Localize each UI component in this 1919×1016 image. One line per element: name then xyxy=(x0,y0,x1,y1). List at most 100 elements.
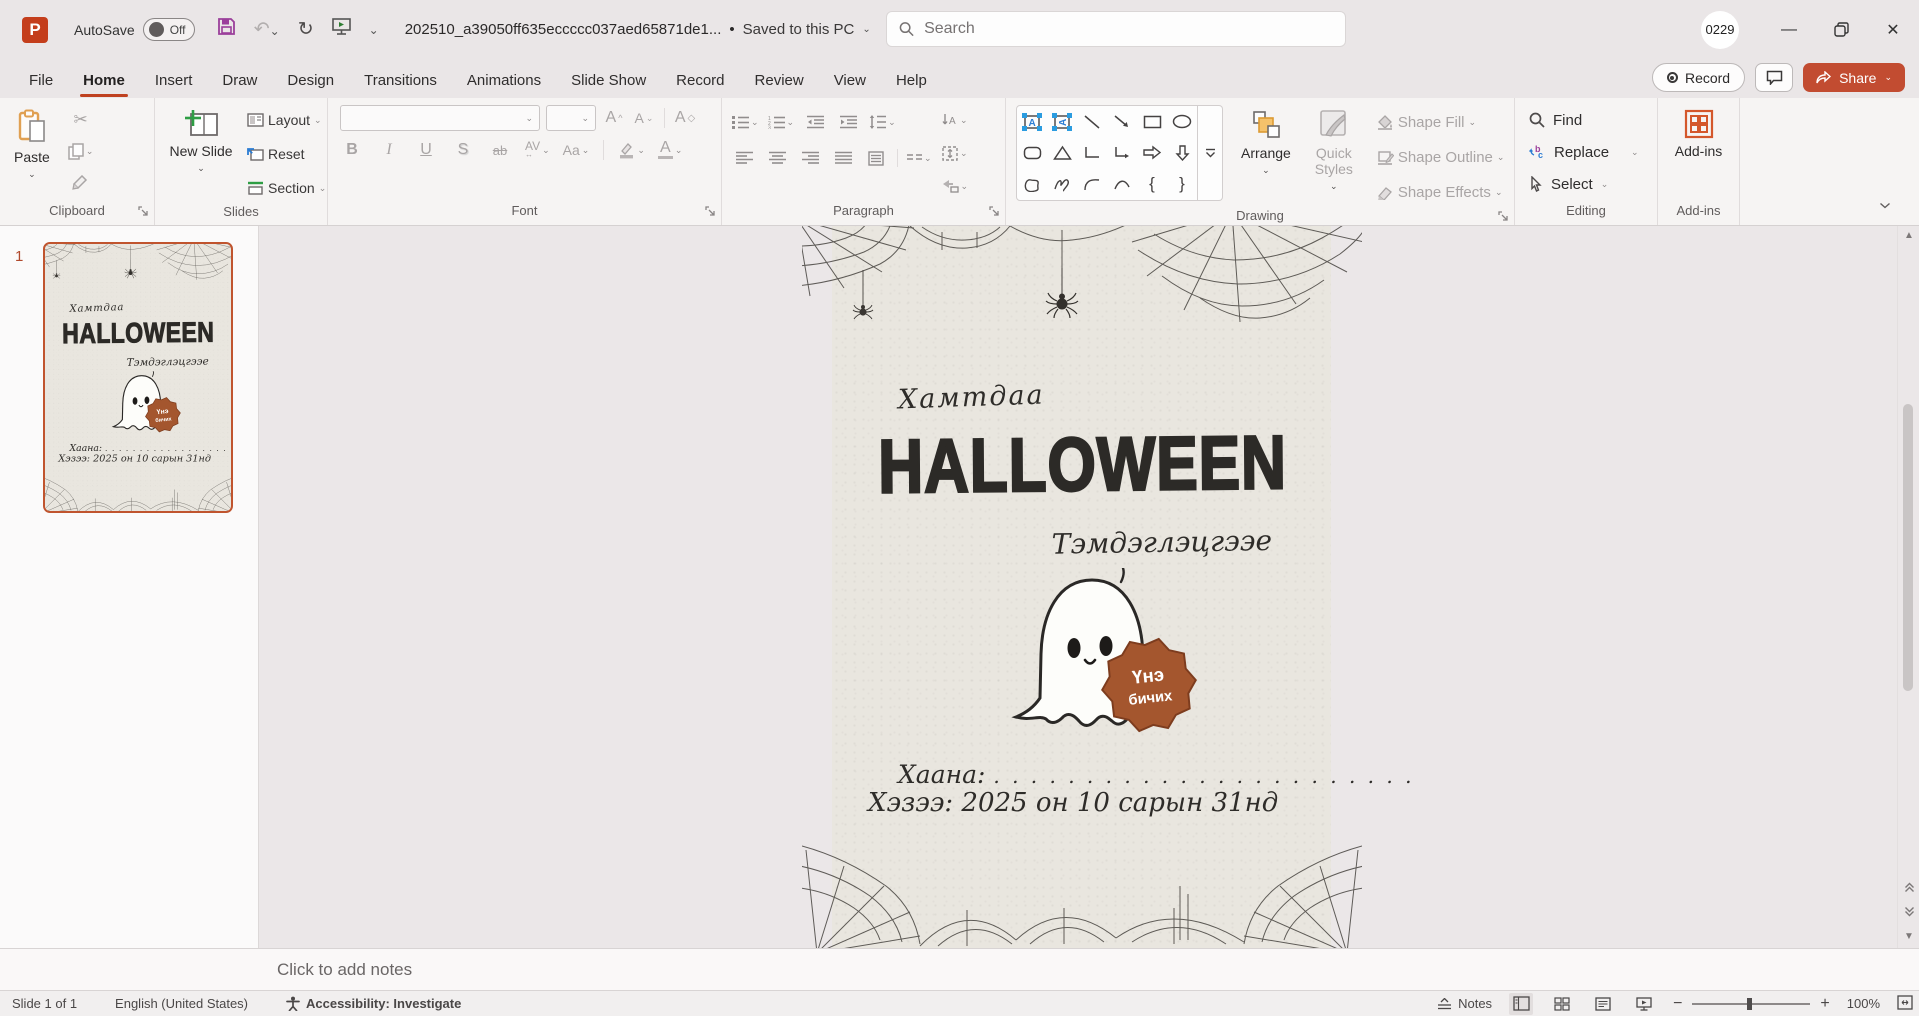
redo-button[interactable]: ↻ xyxy=(298,18,314,41)
shape-left-brace[interactable]: { xyxy=(1137,169,1167,200)
shape-arc[interactable] xyxy=(1077,169,1107,200)
convert-smartart-button[interactable]: ⌄ xyxy=(942,173,969,199)
restore-button[interactable] xyxy=(1815,0,1867,59)
tab-record[interactable]: Record xyxy=(661,64,739,98)
align-text-button[interactable]: ⌄ xyxy=(942,140,969,166)
user-avatar[interactable]: 0229 xyxy=(1701,11,1739,49)
numbering-button[interactable]: 123⌄ xyxy=(768,109,795,135)
minimize-button[interactable]: — xyxy=(1763,0,1815,59)
normal-view-button[interactable] xyxy=(1509,993,1533,1015)
slideshow-view-button[interactable] xyxy=(1632,993,1656,1015)
collapse-ribbon-button[interactable] xyxy=(1879,199,1891,217)
shrink-font-button[interactable]: A⌄ xyxy=(632,105,656,131)
justify-button[interactable] xyxy=(831,145,855,171)
powerpoint-logo-icon[interactable]: P xyxy=(22,17,48,43)
share-button[interactable]: Share ⌄ xyxy=(1803,63,1905,92)
shape-down-arrow[interactable] xyxy=(1167,137,1197,168)
cut-button[interactable]: ✂ xyxy=(68,107,94,133)
next-slide-button[interactable] xyxy=(1898,906,1919,920)
close-button[interactable]: ✕ xyxy=(1867,0,1919,59)
shape-elbow-arrow-connector[interactable] xyxy=(1107,137,1137,168)
tab-slide-show[interactable]: Slide Show xyxy=(556,64,661,98)
addins-button[interactable]: Add-ins xyxy=(1667,105,1730,201)
quick-styles-button[interactable]: Quick Styles ⌄ xyxy=(1299,105,1369,206)
zoom-level[interactable]: 100% xyxy=(1847,996,1880,1011)
scrollbar-thumb[interactable] xyxy=(1903,404,1913,691)
document-title[interactable]: 202510_a39050ff635eccccc037aed65871de1..… xyxy=(405,21,871,38)
start-slideshow-button[interactable] xyxy=(332,18,351,41)
reading-view-button[interactable] xyxy=(1591,993,1615,1015)
notes-toggle-button[interactable]: Notes xyxy=(1437,996,1492,1011)
slide-subtitle-top[interactable]: Хамтдаа xyxy=(69,301,124,314)
clipboard-dialog-launcher[interactable] xyxy=(138,205,149,220)
slide-title[interactable]: HALLOWEEN xyxy=(878,420,1287,511)
record-button[interactable]: Record xyxy=(1652,63,1745,92)
drawing-dialog-launcher[interactable] xyxy=(1498,210,1509,225)
save-button[interactable] xyxy=(217,17,236,42)
accessibility-checker[interactable]: Accessibility: Investigate xyxy=(286,996,461,1011)
slide-when-line[interactable]: Хэзээ: 2025 он 10 сарын 31нд xyxy=(868,788,1278,818)
bullets-button[interactable]: ⌄ xyxy=(732,109,759,135)
slide-thumbnail[interactable]: Хамтдаа HALLOWEEN Тэмдэглэцгээе Үнэ бичи… xyxy=(43,242,233,513)
font-size-combo[interactable]: ⌄ xyxy=(546,105,596,131)
tab-view[interactable]: View xyxy=(819,64,881,98)
copy-button[interactable]: ⌄ xyxy=(68,138,94,164)
align-center-button[interactable] xyxy=(765,145,789,171)
new-slide-button[interactable]: New Slide ⌄ xyxy=(161,105,241,202)
paste-button[interactable]: Paste ⌄ xyxy=(6,105,58,201)
shape-textbox[interactable]: A xyxy=(1017,106,1047,137)
slide-title[interactable]: HALLOWEEN xyxy=(62,316,214,350)
tab-transitions[interactable]: Transitions xyxy=(349,64,452,98)
search-box[interactable] xyxy=(886,11,1346,47)
tab-help[interactable]: Help xyxy=(881,64,942,98)
shape-gallery-more-button[interactable] xyxy=(1198,105,1223,201)
zoom-in-button[interactable]: + xyxy=(1820,995,1829,1013)
tab-design[interactable]: Design xyxy=(272,64,349,98)
shape-outline-button[interactable]: Shape Outline⌄ xyxy=(1377,143,1505,171)
reset-button[interactable]: Reset xyxy=(247,140,326,168)
shape-oval[interactable] xyxy=(1167,106,1197,137)
shape-freeform[interactable] xyxy=(1017,169,1047,200)
decrease-indent-button[interactable] xyxy=(803,109,827,135)
slide-when-line[interactable]: Хэзээ: 2025 он 10 сарын 31нд xyxy=(58,453,211,464)
distribute-text-button[interactable] xyxy=(864,145,888,171)
tab-draw[interactable]: Draw xyxy=(207,64,272,98)
clear-formatting-button[interactable]: A◇ xyxy=(673,105,697,131)
shape-triangle[interactable] xyxy=(1047,137,1077,168)
slide-subtitle-bottom[interactable]: Тэмдэглэцгээе xyxy=(1032,524,1273,561)
price-badge[interactable]: Үнэ бичих xyxy=(143,395,183,435)
shape-effects-button[interactable]: Shape Effects⌄ xyxy=(1377,178,1505,206)
highlight-color-button[interactable]: ⌄ xyxy=(618,137,645,163)
undo-button[interactable]: ↶⌄ xyxy=(254,18,280,41)
bold-button[interactable]: B xyxy=(340,137,364,163)
customize-qat-chevron-icon[interactable]: ⌄ xyxy=(369,23,379,37)
vertical-scrollbar[interactable]: ▲ ▼ xyxy=(1897,226,1919,948)
tab-file[interactable]: File xyxy=(14,64,68,98)
comments-button[interactable] xyxy=(1755,63,1793,92)
shape-fill-button[interactable]: Shape Fill⌄ xyxy=(1377,108,1505,136)
change-case-button[interactable]: Aa⌄ xyxy=(563,137,590,163)
text-shadow-button[interactable]: S xyxy=(451,137,475,163)
slide-where-line[interactable]: Хаана: . . . . . . . . . . . . . . . . .… xyxy=(70,443,233,454)
font-name-combo[interactable]: ⌄ xyxy=(340,105,540,131)
slide-sorter-view-button[interactable] xyxy=(1550,993,1574,1015)
shape-vertical-textbox[interactable]: A xyxy=(1047,106,1077,137)
increase-indent-button[interactable] xyxy=(836,109,860,135)
language-indicator[interactable]: English (United States) xyxy=(115,996,248,1011)
shape-rectangle[interactable] xyxy=(1137,106,1167,137)
scroll-up-arrow-icon[interactable]: ▲ xyxy=(1898,230,1919,241)
fit-to-window-button[interactable] xyxy=(1897,995,1913,1013)
zoom-slider[interactable] xyxy=(1692,1003,1810,1005)
shape-arrow[interactable] xyxy=(1107,106,1137,137)
previous-slide-button[interactable] xyxy=(1898,882,1919,896)
find-button[interactable]: Find xyxy=(1529,105,1651,135)
shape-right-brace[interactable]: } xyxy=(1167,169,1197,200)
select-button[interactable]: Select ⌄ xyxy=(1529,169,1651,199)
notes-placeholder[interactable]: Click to add notes xyxy=(277,960,412,980)
shape-elbow-connector[interactable] xyxy=(1077,137,1107,168)
search-input[interactable] xyxy=(924,20,1333,38)
text-direction-button[interactable]: A⌄ xyxy=(942,107,969,133)
shape-curve[interactable] xyxy=(1107,169,1137,200)
line-spacing-button[interactable]: ⌄ xyxy=(869,109,896,135)
zoom-out-button[interactable]: − xyxy=(1673,995,1682,1013)
